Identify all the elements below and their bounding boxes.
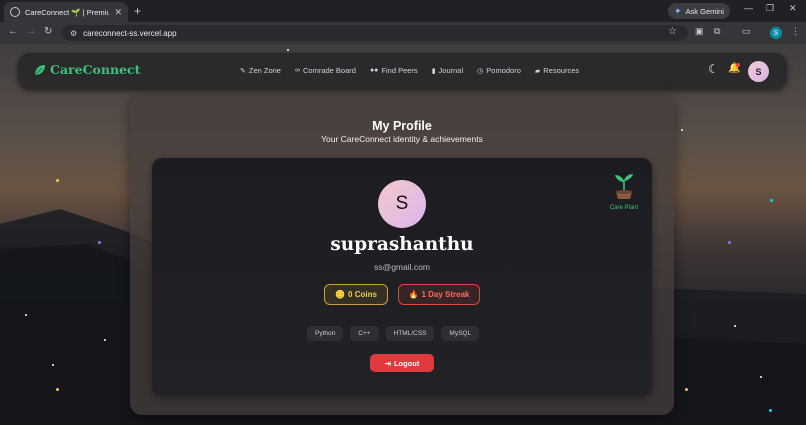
star-dot: [25, 314, 27, 316]
page-subtitle: Your CareConnect identity & achievements: [321, 134, 483, 144]
nav-links: ✎ Zen Zone ∞ Comrade Board ●● Find Peers…: [240, 66, 579, 75]
back-icon[interactable]: ←: [8, 26, 18, 37]
address-bar[interactable]: ⚙ careconnect-ss.vercel.app: [62, 25, 688, 41]
profile-panel: My Profile Your CareConnect identity & a…: [130, 96, 674, 415]
star-dot: [769, 409, 772, 412]
browser-tab[interactable]: CareConnect 🌱 | Premium Ca ✕: [4, 2, 128, 22]
book-icon: ▮: [431, 67, 436, 75]
ask-gemini-button[interactable]: ✦ Ask Gemini: [668, 3, 730, 19]
coins-label: 0 Coins: [348, 290, 377, 299]
tab-title: CareConnect 🌱 | Premium Ca: [25, 7, 110, 17]
ask-gemini-label: Ask Gemini: [685, 6, 724, 16]
fire-icon: 🔥: [408, 290, 419, 299]
star-dot: [728, 241, 731, 244]
streak-badge: 🔥 1 Day Streak: [398, 284, 480, 305]
nav-link-find-peers[interactable]: ●● Find Peers: [370, 66, 418, 75]
brand-logo[interactable]: CareConnect: [34, 62, 140, 77]
folder-icon: ▰: [534, 67, 541, 75]
skill-tag: MySQL: [441, 326, 480, 341]
url-text: careconnect-ss.vercel.app: [83, 28, 177, 38]
users-icon: ●●: [369, 67, 379, 74]
skill-tag: C++: [350, 326, 379, 341]
nav-link-comrade-board[interactable]: ∞ Comrade Board: [295, 66, 356, 75]
username: suprashanthu: [330, 234, 474, 255]
star-dot: [56, 388, 59, 391]
star-dot: [56, 179, 59, 182]
streak-label: 1 Day Streak: [421, 290, 470, 299]
restore-icon[interactable]: ❐: [766, 3, 774, 14]
nav-link-label: Journal: [438, 66, 464, 75]
star-dot: [760, 376, 762, 378]
nav-link-journal[interactable]: ▮ Journal: [432, 66, 463, 75]
star-dot: [52, 364, 54, 366]
plant-icon: [615, 174, 633, 199]
kebab-menu-icon[interactable]: ⋮: [791, 26, 800, 37]
nav-link-zen-zone[interactable]: ✎ Zen Zone: [240, 66, 281, 75]
star-dot: [770, 199, 773, 202]
user-avatar[interactable]: S: [748, 61, 769, 82]
star-dot: [685, 388, 688, 391]
skills-list: Python C++ HTML/CSS MySQL: [307, 326, 480, 341]
browser-tab-bar: CareConnect 🌱 | Premium Ca ✕ + ✦ Ask Gem…: [0, 0, 806, 22]
page-background: CareConnect ✎ Zen Zone ∞ Comrade Board ●…: [0, 44, 806, 425]
forward-icon[interactable]: →: [26, 26, 36, 37]
nav-link-resources[interactable]: ▰ Resources: [535, 66, 579, 75]
leaf-icon: [34, 64, 45, 75]
bookmark-star-icon[interactable]: ☆: [668, 26, 677, 37]
coins-badge: 🪙 0 Coins: [324, 284, 388, 305]
handshake-icon: ∞: [294, 67, 300, 74]
nav-link-label: Find Peers: [381, 66, 418, 75]
brand-name: CareConnect: [50, 62, 141, 77]
notification-badge: [736, 63, 740, 67]
nav-link-pomodoro[interactable]: ◷ Pomodoro: [477, 66, 521, 75]
close-window-icon[interactable]: ✕: [789, 3, 797, 14]
browser-profile-avatar[interactable]: S: [770, 27, 782, 39]
globe-icon: [10, 7, 20, 17]
browser-toolbar: ← → ↻ ⚙ careconnect-ss.vercel.app: [0, 22, 806, 44]
care-plant-label: Care Plant: [609, 205, 639, 211]
nav-link-label: Zen Zone: [248, 66, 281, 75]
clock-icon: ◷: [477, 67, 484, 75]
skill-tag: HTML/CSS: [385, 326, 435, 341]
dark-mode-toggle-icon[interactable]: ☾: [708, 62, 719, 76]
skill-tag: Python: [307, 326, 344, 341]
profile-card: Care Plant S suprashanthu ss@gmail.com 🪙…: [152, 158, 652, 396]
star-dot: [681, 129, 683, 131]
new-tab-icon[interactable]: +: [134, 4, 141, 18]
star-dot: [104, 339, 106, 341]
logout-icon: ⇥: [384, 358, 391, 368]
star-dot: [98, 241, 101, 244]
star-dot: [734, 325, 736, 327]
logout-button[interactable]: ⇥ Logout: [370, 354, 434, 372]
star-dot: [287, 49, 289, 51]
reload-icon[interactable]: ↻: [44, 26, 52, 37]
minimize-icon[interactable]: —: [744, 3, 753, 13]
logout-label: Logout: [393, 358, 420, 368]
nav-link-label: Resources: [543, 66, 580, 75]
cast-icon[interactable]: ▭: [742, 26, 751, 37]
brush-icon: ✎: [240, 67, 246, 75]
coins-icon: 🪙: [335, 290, 346, 299]
close-tab-icon[interactable]: ✕: [114, 7, 122, 18]
user-email: ss@gmail.com: [374, 262, 430, 272]
nav-link-label: Pomodoro: [486, 66, 521, 75]
page-title: My Profile: [372, 119, 432, 133]
sparkle-icon: ✦: [674, 5, 682, 16]
site-info-icon[interactable]: ⚙: [70, 29, 77, 38]
app-navbar: CareConnect ✎ Zen Zone ∞ Comrade Board ●…: [18, 53, 787, 89]
nav-link-label: Comrade Board: [302, 66, 356, 75]
puzzle-icon[interactable]: ⧉: [714, 26, 720, 37]
profile-avatar: S: [378, 180, 426, 228]
extension-icon[interactable]: ▣: [695, 26, 704, 37]
